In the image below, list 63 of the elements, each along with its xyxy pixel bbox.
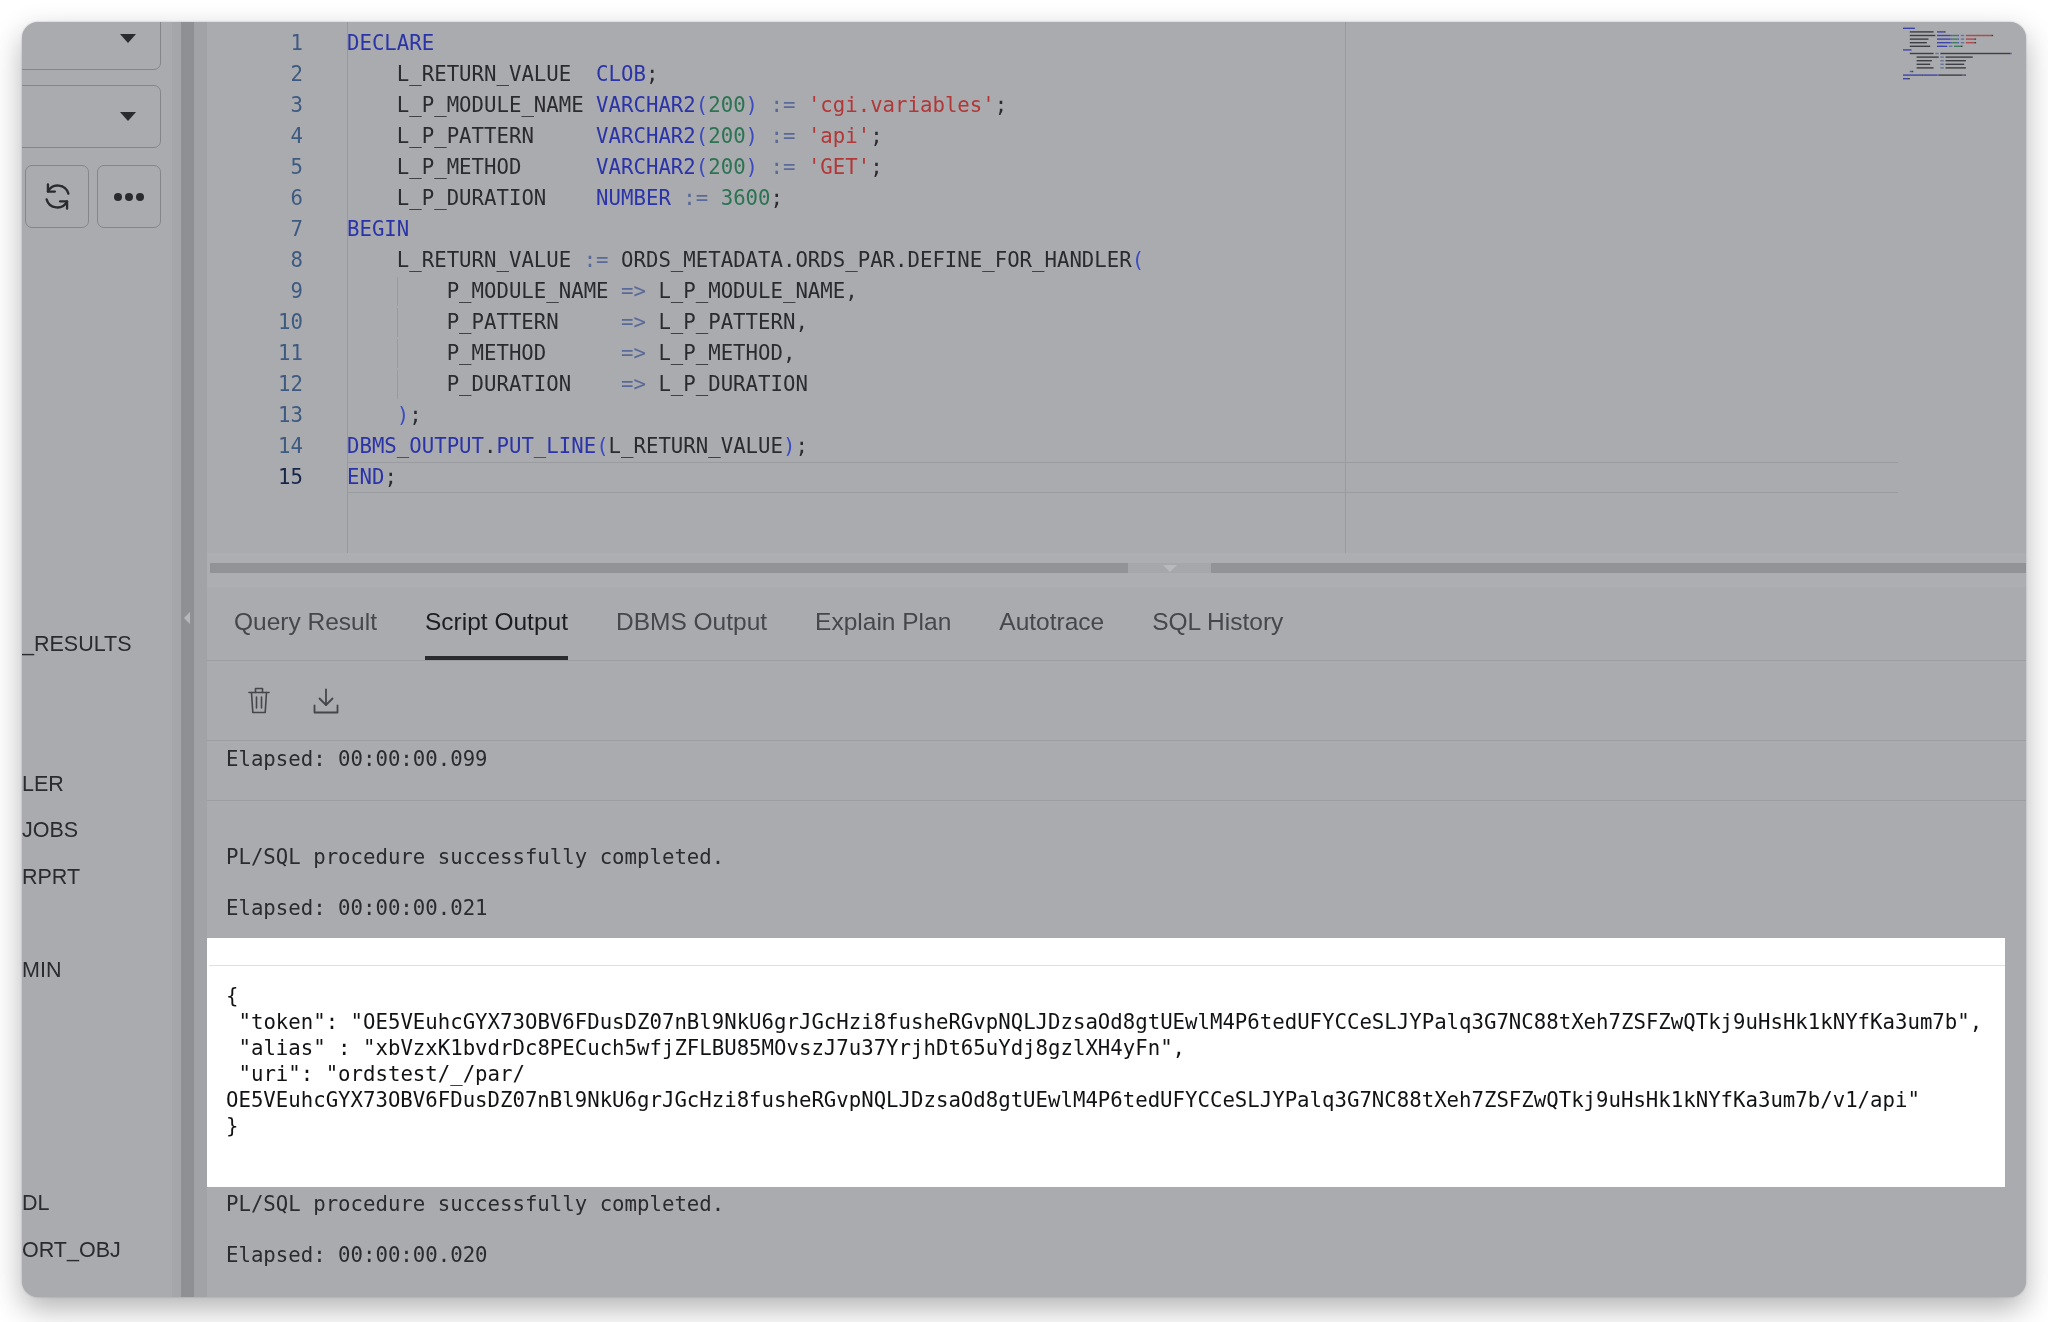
code-line: P_MODULE_NAME => L_P_MODULE_NAME,	[446, 279, 858, 303]
code-line: L_RETURN_VALUE := ORDS_METADATA.ORDS_PAR.DEFINE_FOR_HANDLER(	[396, 248, 1145, 272]
refresh-icon	[44, 183, 70, 210]
output-line: Elapsed: 00:00:00.099	[226, 746, 488, 772]
output-line: PL/SQL procedure successfully completed.	[226, 1191, 725, 1217]
line-number: 14	[278, 434, 303, 458]
code-line: );	[396, 403, 422, 427]
code-line: P_PATTERN => L_P_PATTERN,	[446, 310, 808, 334]
line-number: 6	[290, 186, 303, 210]
code-line: P_METHOD => L_P_METHOD,	[446, 341, 796, 365]
code-line: L_P_PATTERN VARCHAR2(200) := 'api';	[396, 124, 883, 148]
tab[interactable]: Script Output	[424, 587, 568, 660]
output-line: OE5VEuhcGYX73OBV6FDusDZ07nBl9NkU6grJGcHzi8fusheRGvpNQLJDzsaOd8gtUEwlM4P6tedUFYCCeSLJYPalq3G7NC88tXeh7ZSFZwQTkj9uHsHk1kNYfKa3um7b/v1/api"	[226, 1087, 1920, 1113]
line-number: 3	[290, 93, 303, 117]
line-number: 13	[278, 403, 303, 427]
more-button[interactable]	[97, 165, 161, 228]
line-number: 15	[278, 465, 303, 489]
output-line: Elapsed: 00:00:00.021	[226, 895, 488, 921]
line-number: 7	[290, 217, 303, 241]
sidebar-item[interactable]: RPRT	[22, 863, 81, 890]
download-icon	[313, 687, 339, 714]
code-line: L_RETURN_VALUE CLOB;	[396, 62, 659, 86]
caret-down-icon	[120, 112, 136, 121]
sidebar-item[interactable]: DL	[22, 1190, 50, 1217]
sidebar-item[interactable]: LER	[22, 770, 64, 797]
refresh-button[interactable]	[25, 165, 89, 228]
line-number: 10	[278, 310, 303, 334]
code-minimap[interactable]	[1903, 27, 2012, 81]
line-number: 12	[278, 372, 303, 396]
line-number: 4	[290, 124, 303, 148]
line-number: 1	[290, 31, 303, 55]
output-line: PL/SQL procedure successfully completed.	[226, 844, 725, 870]
code-line: DECLARE	[347, 31, 435, 55]
tab[interactable]: SQL History	[1152, 587, 1284, 660]
tab[interactable]: Query Result	[234, 587, 377, 660]
tab[interactable]: Explain Plan	[815, 587, 952, 660]
caret-down-icon	[120, 34, 136, 43]
code-line: END;	[347, 465, 397, 489]
output-line: "token": "OE5VEuhcGYX73OBV6FDusDZ07nBl9NkU6grJGcHzi8fusheRGvpNQLJDzsaOd8gtUEwlM4P6tedUFYCCeSLJYPalq3G7NC88tXeh7ZSFZwQTkj9uHsHk1kNYfKa3um7b",	[238, 1009, 1983, 1035]
line-number: 2	[290, 62, 303, 86]
code-line: DBMS_OUTPUT.PUT_LINE(L_RETURN_VALUE);	[347, 434, 808, 458]
sidebar-item[interactable]: _RESULTS	[22, 630, 132, 657]
tab[interactable]: Autotrace	[999, 587, 1105, 660]
output-line: "uri": "ordstest/_/par/	[238, 1061, 525, 1087]
output-line: }	[226, 1113, 239, 1139]
sidebar-item[interactable]: JOBS	[22, 817, 79, 844]
code-line: L_P_MODULE_NAME VARCHAR2(200) := 'cgi.variables';	[396, 93, 1008, 117]
line-number: 5	[290, 155, 303, 179]
sidebar-item[interactable]: ORT_OBJ	[22, 1237, 121, 1264]
sidebar-item[interactable]: MIN	[22, 957, 62, 984]
code-line: L_P_DURATION NUMBER := 3600;	[396, 186, 783, 210]
output-line: {	[226, 983, 239, 1009]
output-line: Elapsed: 00:00:00.020	[226, 1242, 488, 1268]
line-number: 8	[290, 248, 303, 272]
code-line: L_P_METHOD VARCHAR2(200) := 'GET';	[396, 155, 883, 179]
code-line: BEGIN	[347, 217, 410, 241]
line-number: 9	[290, 279, 303, 303]
ellipsis-icon	[114, 192, 144, 201]
output-line: "alias" : "xbVzxK1bvdrDc8PECuch5wfjZFLBU85MOvszJ7u37YrjhDt65uYdj8gzlXH4yFn",	[238, 1035, 1186, 1061]
code-line: P_DURATION => L_P_DURATION	[446, 372, 808, 396]
trash-icon	[248, 687, 270, 714]
line-number: 11	[278, 341, 303, 365]
tab[interactable]: DBMS Output	[615, 587, 768, 660]
